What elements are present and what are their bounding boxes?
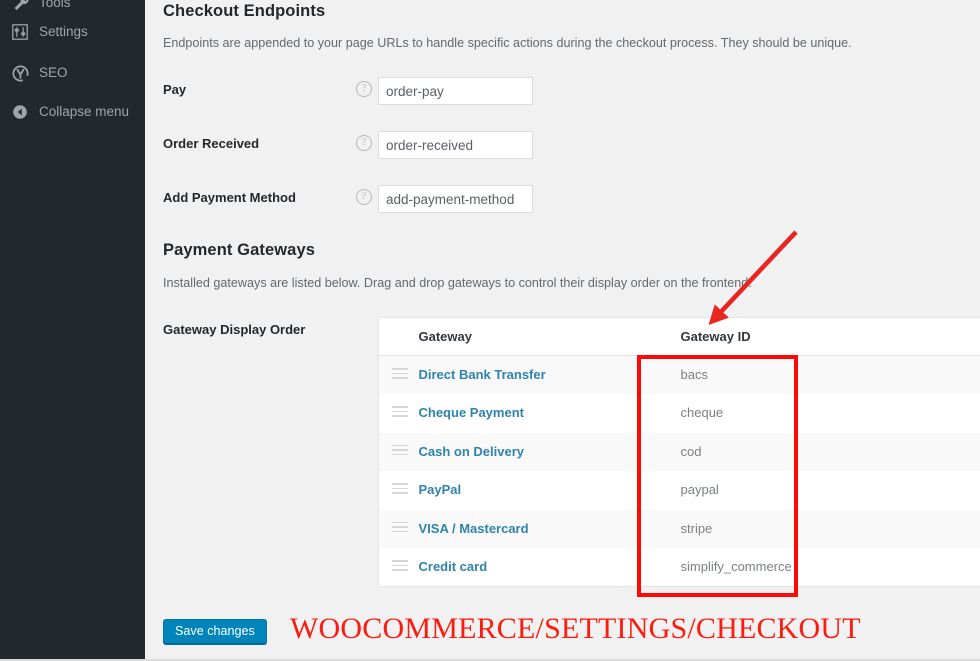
help-icon[interactable]: ? xyxy=(356,189,372,205)
wrench-icon xyxy=(9,0,31,12)
gateway-id-cell: bacs xyxy=(659,356,980,395)
gateway-link[interactable]: Direct Bank Transfer xyxy=(419,367,546,382)
checkout-endpoints-title: Checkout Endpoints xyxy=(163,2,326,20)
gateway-id-cell: paypal xyxy=(659,471,980,510)
screenshot-root: Tools Settings SEO Collapse menu Checkou… xyxy=(0,0,980,661)
order-received-input[interactable] xyxy=(378,131,533,159)
column-header-gateway-id: Gateway ID xyxy=(680,329,751,344)
help-icon[interactable]: ? xyxy=(356,135,372,151)
table-row[interactable]: Cash on Delivery cod xyxy=(378,432,980,472)
gateway-link[interactable]: Cash on Delivery xyxy=(419,444,525,459)
gateway-link[interactable]: Cheque Payment xyxy=(419,405,524,420)
gateway-id-value: cod xyxy=(680,443,702,459)
sidebar-item-label: SEO xyxy=(39,65,68,80)
checkout-endpoints-description: Endpoints are appended to your page URLs… xyxy=(163,36,852,50)
drag-handle-cell[interactable] xyxy=(379,394,419,433)
drag-handle-icon[interactable] xyxy=(392,406,408,417)
settings-content: Checkout Endpoints Endpoints are appende… xyxy=(145,0,980,661)
annotation-caption: WOOCOMMERCE/SETTINGS/CHECKOUT xyxy=(290,612,861,645)
gateway-id-cell: cod xyxy=(659,433,980,472)
table-row[interactable]: Cheque Payment cheque xyxy=(378,394,980,433)
gateway-name-cell: VISA / Mastercard xyxy=(419,510,659,549)
drag-handle-icon[interactable] xyxy=(392,521,408,533)
gateway-id-value: cheque xyxy=(680,405,724,421)
yoast-seo-icon xyxy=(9,63,31,83)
gateway-id-value: stripe xyxy=(680,520,713,536)
drag-handle-cell[interactable] xyxy=(379,548,419,587)
order-received-label: Order Received xyxy=(163,136,260,151)
gateway-name-cell: Cash on Delivery xyxy=(419,433,659,472)
drag-handle-icon[interactable] xyxy=(392,483,408,494)
gateway-name-cell: PayPal xyxy=(419,471,659,510)
drag-handle-icon[interactable] xyxy=(392,560,408,571)
gateway-id-cell: stripe xyxy=(659,510,980,549)
collapse-menu-label: Collapse menu xyxy=(39,104,130,119)
column-header-gateway: Gateway xyxy=(418,329,472,344)
field-row-pay: Pay ? xyxy=(145,77,980,107)
gateway-name-cell: Direct Bank Transfer xyxy=(419,356,659,395)
drag-handle-cell[interactable] xyxy=(379,356,419,395)
gateway-name-cell: Cheque Payment xyxy=(419,394,659,433)
gateway-id-value: simplify_commerce xyxy=(680,559,792,574)
gateway-table-body: Direct Bank Transfer bacs Cheque Payment… xyxy=(378,355,980,587)
field-row-order-received: Order Received ? xyxy=(145,131,980,161)
table-row[interactable]: VISA / Mastercard stripe xyxy=(378,509,980,549)
add-payment-method-input[interactable] xyxy=(378,185,533,213)
column-header-sort xyxy=(379,318,419,356)
admin-sidebar: Tools Settings SEO Collapse menu xyxy=(0,0,145,661)
gateway-name-cell: Credit card xyxy=(419,548,659,587)
gateway-id-value: bacs xyxy=(680,367,708,382)
sliders-icon xyxy=(9,22,31,42)
gateway-id-cell: cheque xyxy=(659,394,980,433)
sidebar-item-settings[interactable]: Settings xyxy=(0,15,145,49)
save-changes-button[interactable]: Save changes xyxy=(163,619,267,644)
drag-handle-cell[interactable] xyxy=(379,433,419,472)
sidebar-item-label: Tools xyxy=(39,0,71,10)
add-payment-method-label: Add Payment Method xyxy=(163,190,296,205)
table-header-row: Gateway Gateway ID xyxy=(378,317,980,356)
drag-handle-icon[interactable] xyxy=(392,368,408,379)
drag-handle-icon[interactable] xyxy=(392,444,408,456)
gateway-id-value: paypal xyxy=(680,482,719,498)
table-row[interactable]: Direct Bank Transfer bacs xyxy=(378,355,980,395)
gateway-table-head: Gateway Gateway ID xyxy=(378,317,980,356)
help-icon[interactable]: ? xyxy=(356,81,372,97)
gateway-display-order-label: Gateway Display Order xyxy=(163,322,306,337)
gateway-link[interactable]: VISA / Mastercard xyxy=(419,521,529,536)
gateway-id-cell: simplify_commerce xyxy=(659,548,980,587)
collapse-arrow-icon xyxy=(9,102,31,122)
drag-handle-cell[interactable] xyxy=(379,471,419,510)
collapse-menu-button[interactable]: Collapse menu xyxy=(0,95,145,129)
drag-handle-cell[interactable] xyxy=(379,510,419,549)
gateway-link[interactable]: PayPal xyxy=(419,482,462,497)
sidebar-item-label: Settings xyxy=(39,24,88,39)
payment-gateways-description: Installed gateways are listed below. Dra… xyxy=(163,276,752,290)
gateway-link[interactable]: Credit card xyxy=(419,559,488,574)
sidebar-item-seo[interactable]: SEO xyxy=(0,56,145,90)
payment-gateways-title: Payment Gateways xyxy=(163,241,316,259)
field-row-add-payment-method: Add Payment Method ? xyxy=(145,185,980,215)
sidebar-item-tools[interactable]: Tools xyxy=(0,0,145,12)
pay-label: Pay xyxy=(163,82,187,97)
table-row[interactable]: PayPal paypal xyxy=(378,471,980,510)
gateway-order-table: Gateway Gateway ID Direct Bank Transfer … xyxy=(378,317,980,587)
pay-input[interactable] xyxy=(378,77,533,105)
table-row[interactable]: Credit card simplify_commerce xyxy=(378,548,980,587)
